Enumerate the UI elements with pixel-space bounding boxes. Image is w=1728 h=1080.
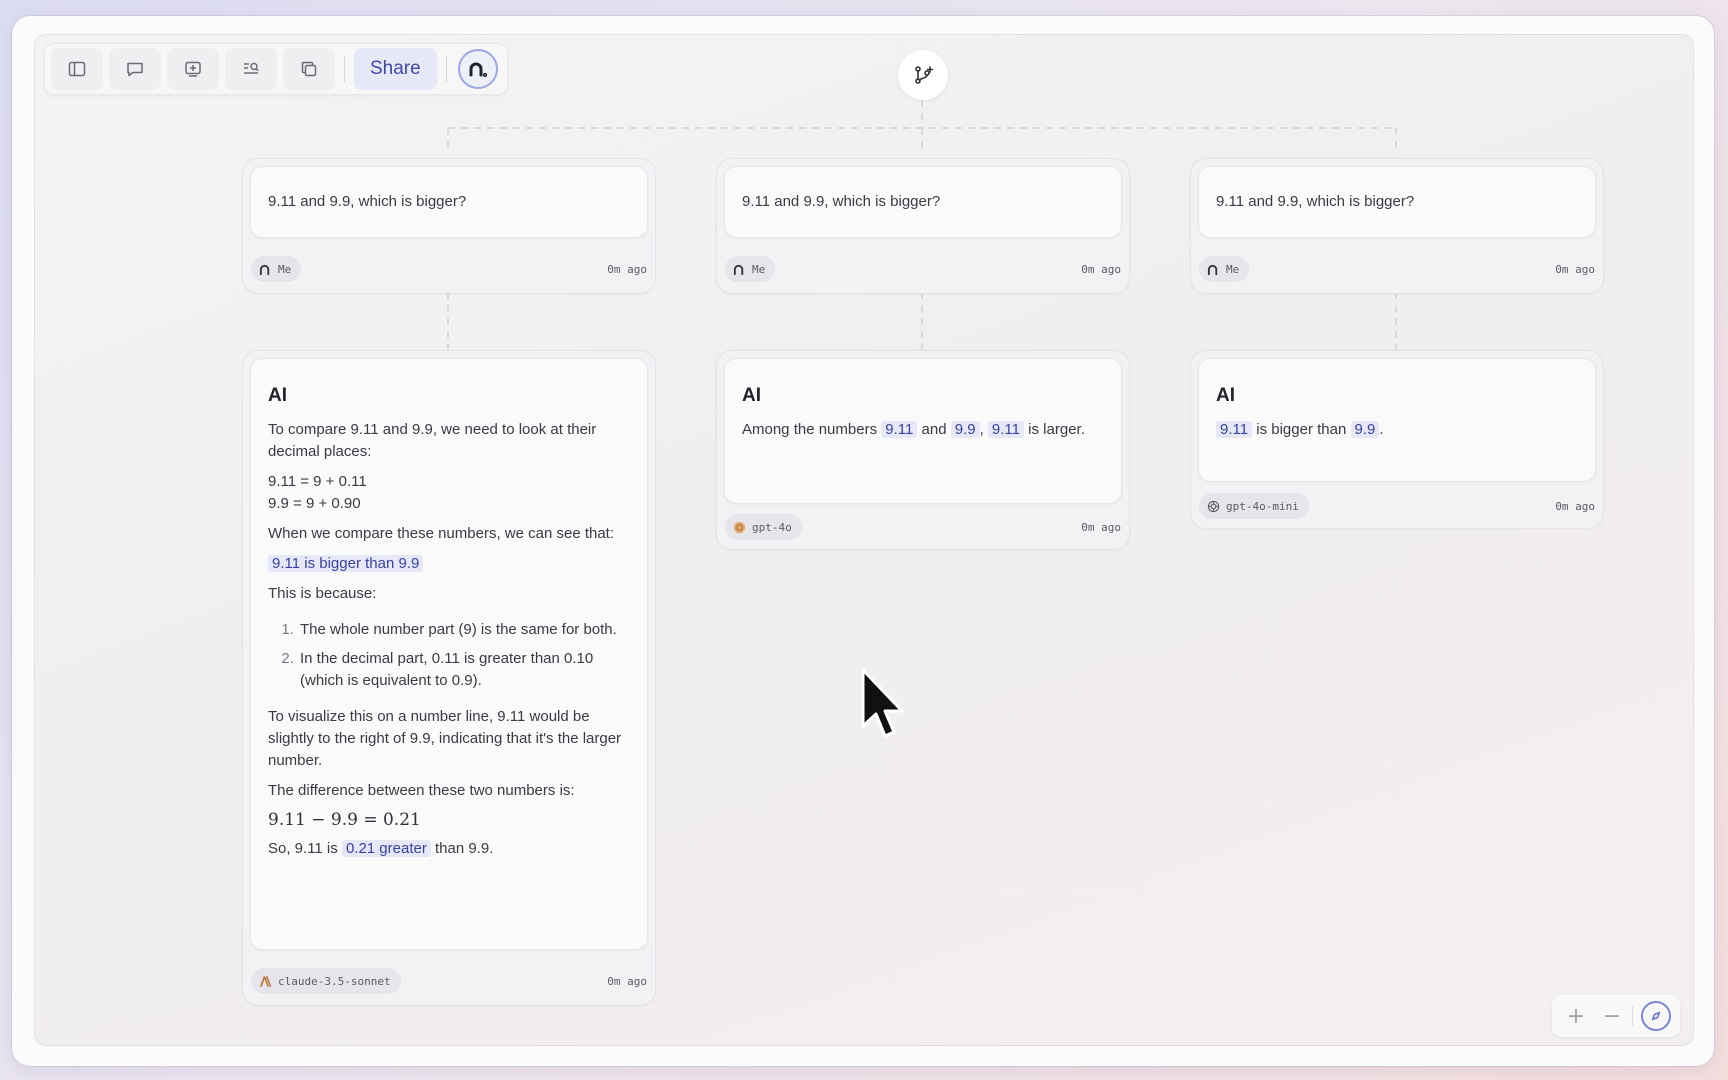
zoom-controls: + − bbox=[1552, 995, 1680, 1037]
list-item: The whole number part (9) is the same fo… bbox=[298, 619, 630, 641]
toolbar-divider bbox=[445, 56, 447, 82]
chat-bubble-icon bbox=[127, 62, 143, 77]
comment-button[interactable] bbox=[109, 48, 161, 90]
text-segment: than 9.9. bbox=[430, 840, 494, 857]
answer-card[interactable]: AI 9.11 is bigger than 9.9. bbox=[1198, 358, 1596, 482]
math-expression: 9.11 − 9.9 = 0.21 bbox=[268, 810, 421, 830]
text-segment: is bigger than bbox=[1252, 421, 1351, 438]
text-segment: , bbox=[979, 421, 988, 438]
answer-paragraph: The difference between these two numbers… bbox=[268, 782, 575, 799]
answer-node[interactable]: AI Among the numbers 9.11 and 9.9, 9.11 … bbox=[716, 350, 1130, 550]
answer-paragraph: When we compare these numbers, we can se… bbox=[268, 525, 615, 542]
model-name: claude-3.5-sonnet bbox=[278, 974, 391, 988]
branch-plus-icon bbox=[915, 66, 934, 84]
model-badge: gpt-4o bbox=[725, 514, 802, 540]
user-avatar-icon bbox=[733, 264, 744, 275]
openai-logo-icon bbox=[1207, 500, 1220, 512]
question-text: 9.11 and 9.9, which is bigger? bbox=[1216, 193, 1415, 210]
toolbar: Share bbox=[44, 43, 508, 95]
model-name: gpt-4o bbox=[752, 520, 792, 534]
answer-card[interactable]: AI To compare 9.11 and 9.9, we need to l… bbox=[250, 358, 648, 950]
branch-button[interactable] bbox=[898, 50, 948, 100]
author-name: Me bbox=[752, 262, 766, 276]
answer-title: AI bbox=[742, 385, 761, 406]
user-avatar-icon bbox=[1207, 264, 1218, 275]
sidebar-icon bbox=[68, 61, 86, 77]
question-node[interactable]: 9.11 and 9.9, which is bigger? Me 0m ago bbox=[242, 158, 656, 294]
answer-paragraph: To compare 9.11 and 9.9, we need to look… bbox=[268, 421, 597, 460]
timestamp: 0m ago bbox=[1081, 262, 1121, 276]
timestamp: 0m ago bbox=[1555, 262, 1595, 276]
answer-title: AI bbox=[268, 385, 287, 406]
answer-card[interactable]: AI Among the numbers 9.11 and 9.9, 9.11 … bbox=[724, 358, 1122, 504]
answer-paragraph: To visualize this on a number line, 9.11… bbox=[268, 708, 622, 769]
answer-paragraph: Among the numbers 9.11 and 9.9, 9.11 is … bbox=[742, 419, 1104, 441]
text-segment: So, 9.11 is bbox=[268, 840, 342, 857]
answer-node[interactable]: AI 9.11 is bigger than 9.9. gpt-4o-mini … bbox=[1190, 350, 1604, 529]
openai-logo-icon bbox=[733, 521, 746, 533]
add-box-icon bbox=[185, 61, 201, 77]
question-text: 9.11 and 9.9, which is bigger? bbox=[268, 193, 467, 210]
sidebar-toggle-button[interactable] bbox=[51, 48, 103, 90]
search-button[interactable] bbox=[225, 48, 277, 90]
list-item: In the decimal part, 0.11 is greater tha… bbox=[298, 648, 630, 692]
answer-node[interactable]: AI To compare 9.11 and 9.9, we need to l… bbox=[242, 350, 656, 1006]
answer-paragraph: 9.11 is bigger than 9.9 bbox=[268, 553, 630, 575]
highlight: 0.21 greater bbox=[341, 840, 431, 857]
anthropic-logo-icon bbox=[259, 975, 272, 987]
zoom-out-button[interactable]: − bbox=[1594, 1000, 1630, 1032]
user-avatar-icon bbox=[469, 62, 487, 77]
user-avatar-icon bbox=[259, 264, 270, 275]
highlight: 9.11 bbox=[1216, 421, 1253, 438]
text-segment: and bbox=[917, 421, 951, 438]
add-card-button[interactable] bbox=[167, 48, 219, 90]
equation-line: 9.9 = 9 + 0.90 bbox=[268, 495, 361, 512]
equation-block: 9.11 = 9 + 0.11 9.9 = 9 + 0.90 bbox=[268, 471, 630, 515]
answer-paragraph: 9.11 is bigger than 9.9. bbox=[1216, 419, 1578, 441]
model-badge: gpt-4o-mini bbox=[1199, 493, 1309, 519]
timestamp: 0m ago bbox=[1555, 499, 1595, 513]
author-badge: Me bbox=[1199, 256, 1250, 282]
copy-button[interactable] bbox=[283, 48, 335, 90]
question-card[interactable]: 9.11 and 9.9, which is bigger? bbox=[724, 166, 1122, 238]
equation-line: 9.11 = 9 + 0.11 bbox=[268, 473, 367, 490]
question-text: 9.11 and 9.9, which is bigger? bbox=[742, 193, 941, 210]
zoom-in-button[interactable]: + bbox=[1558, 1000, 1594, 1032]
user-avatar-button[interactable] bbox=[457, 49, 498, 89]
question-card[interactable]: 9.11 and 9.9, which is bigger? bbox=[250, 166, 648, 238]
question-node[interactable]: 9.11 and 9.9, which is bigger? Me 0m ago bbox=[716, 158, 1130, 294]
timestamp: 0m ago bbox=[607, 974, 647, 988]
author-name: Me bbox=[1226, 262, 1240, 276]
author-name: Me bbox=[278, 262, 292, 276]
highlight: 9.9 bbox=[950, 421, 980, 438]
numbered-list: The whole number part (9) is the same fo… bbox=[268, 619, 630, 692]
fit-view-button[interactable] bbox=[1641, 1001, 1671, 1031]
highlight: 9.11 bbox=[881, 421, 918, 438]
search-list-icon bbox=[244, 62, 259, 74]
model-name: gpt-4o-mini bbox=[1226, 499, 1299, 513]
timestamp: 0m ago bbox=[1081, 520, 1121, 534]
copy-icon bbox=[301, 61, 317, 77]
highlight: 9.11 bbox=[987, 421, 1025, 438]
text-segment: is larger. bbox=[1024, 421, 1085, 438]
answer-paragraph: This is because: bbox=[268, 585, 377, 602]
toolbar-divider bbox=[344, 56, 345, 82]
question-card[interactable]: 9.11 and 9.9, which is bigger? bbox=[1198, 166, 1596, 238]
share-button[interactable]: Share bbox=[354, 48, 437, 90]
answer-title: AI bbox=[1216, 385, 1235, 406]
question-node[interactable]: 9.11 and 9.9, which is bigger? Me 0m ago bbox=[1190, 158, 1604, 294]
author-badge: Me bbox=[251, 256, 302, 282]
answer-paragraph: So, 9.11 is 0.21 greater than 9.9. bbox=[268, 838, 630, 860]
mouse-cursor-icon bbox=[861, 668, 904, 738]
highlight: 9.11 is bigger than 9.9 bbox=[268, 555, 424, 572]
model-badge: claude-3.5-sonnet bbox=[251, 968, 401, 994]
author-badge: Me bbox=[725, 256, 776, 282]
compass-icon bbox=[1651, 1011, 1661, 1021]
text-segment: Among the numbers bbox=[742, 421, 882, 438]
timestamp: 0m ago bbox=[607, 262, 647, 276]
zoom-divider bbox=[1632, 1006, 1633, 1026]
text-segment: . bbox=[1379, 421, 1384, 438]
highlight: 9.9 bbox=[1350, 421, 1380, 438]
